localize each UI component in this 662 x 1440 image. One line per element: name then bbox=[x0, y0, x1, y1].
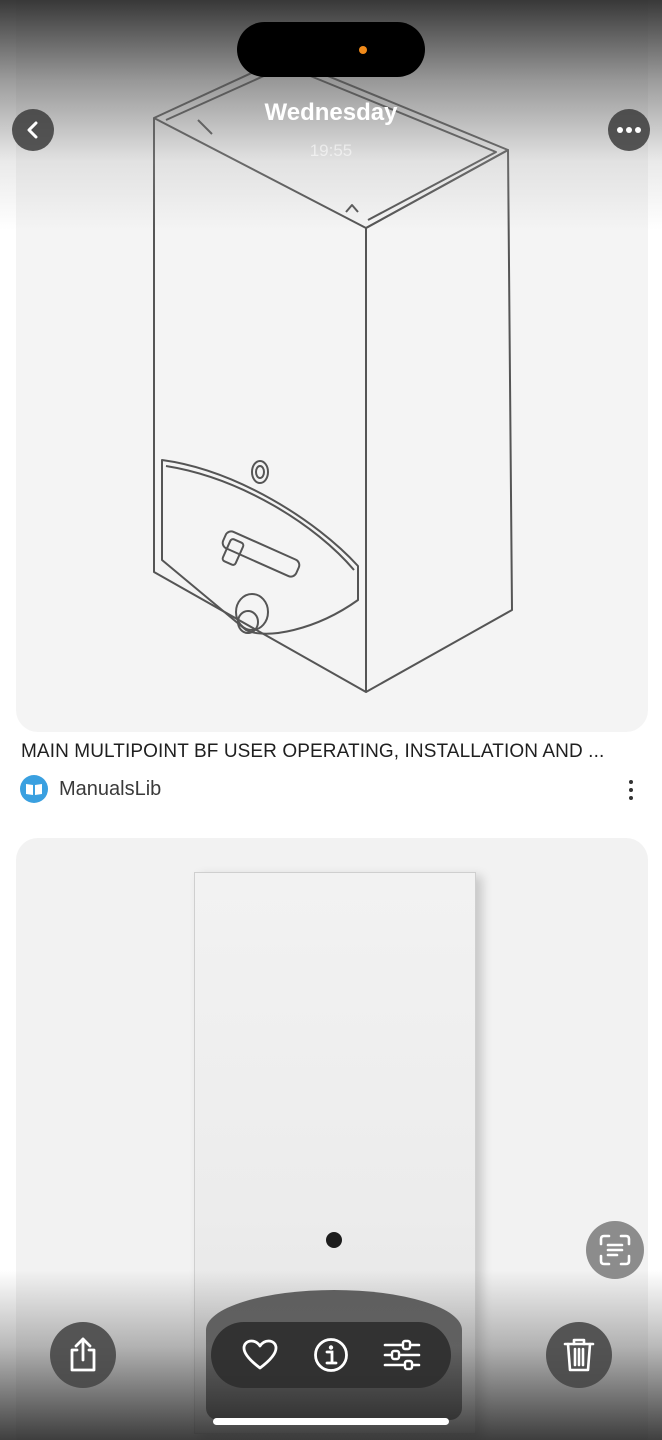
more-options-icon[interactable] bbox=[618, 776, 644, 804]
info-icon bbox=[314, 1338, 348, 1372]
source-row[interactable]: ManualsLib bbox=[20, 775, 161, 803]
back-button[interactable] bbox=[12, 109, 54, 151]
header-time: 19:55 bbox=[309, 141, 353, 160]
result-title[interactable]: MAIN MULTIPOINT BF USER OPERATING, INSTA… bbox=[21, 741, 645, 763]
home-indicator[interactable] bbox=[213, 1418, 449, 1425]
heater-indicator bbox=[326, 1232, 342, 1248]
privacy-indicator-dot bbox=[359, 46, 367, 54]
header-day: Wednesday bbox=[264, 99, 398, 126]
delete-button[interactable] bbox=[546, 1322, 612, 1388]
favorite-button[interactable] bbox=[235, 1330, 285, 1380]
more-button[interactable] bbox=[608, 109, 650, 151]
live-text-button[interactable] bbox=[586, 1221, 644, 1279]
action-pill bbox=[211, 1322, 451, 1388]
source-name: ManualsLib bbox=[59, 777, 162, 800]
ellipsis-icon bbox=[617, 127, 641, 133]
manualslib-logo-icon bbox=[20, 775, 48, 803]
trash-icon bbox=[563, 1338, 595, 1372]
info-button[interactable] bbox=[306, 1330, 356, 1380]
adjust-icon bbox=[383, 1339, 420, 1371]
share-button[interactable] bbox=[50, 1322, 116, 1388]
chevron-left-icon bbox=[27, 121, 38, 139]
share-icon bbox=[70, 1337, 96, 1372]
dynamic-island bbox=[237, 22, 425, 77]
photo-viewer-screen: MAIN MULTIPOINT BF USER OPERATING, INSTA… bbox=[0, 0, 662, 1440]
heart-icon bbox=[242, 1339, 278, 1370]
live-text-icon bbox=[599, 1234, 631, 1266]
adjust-button[interactable] bbox=[377, 1330, 427, 1380]
